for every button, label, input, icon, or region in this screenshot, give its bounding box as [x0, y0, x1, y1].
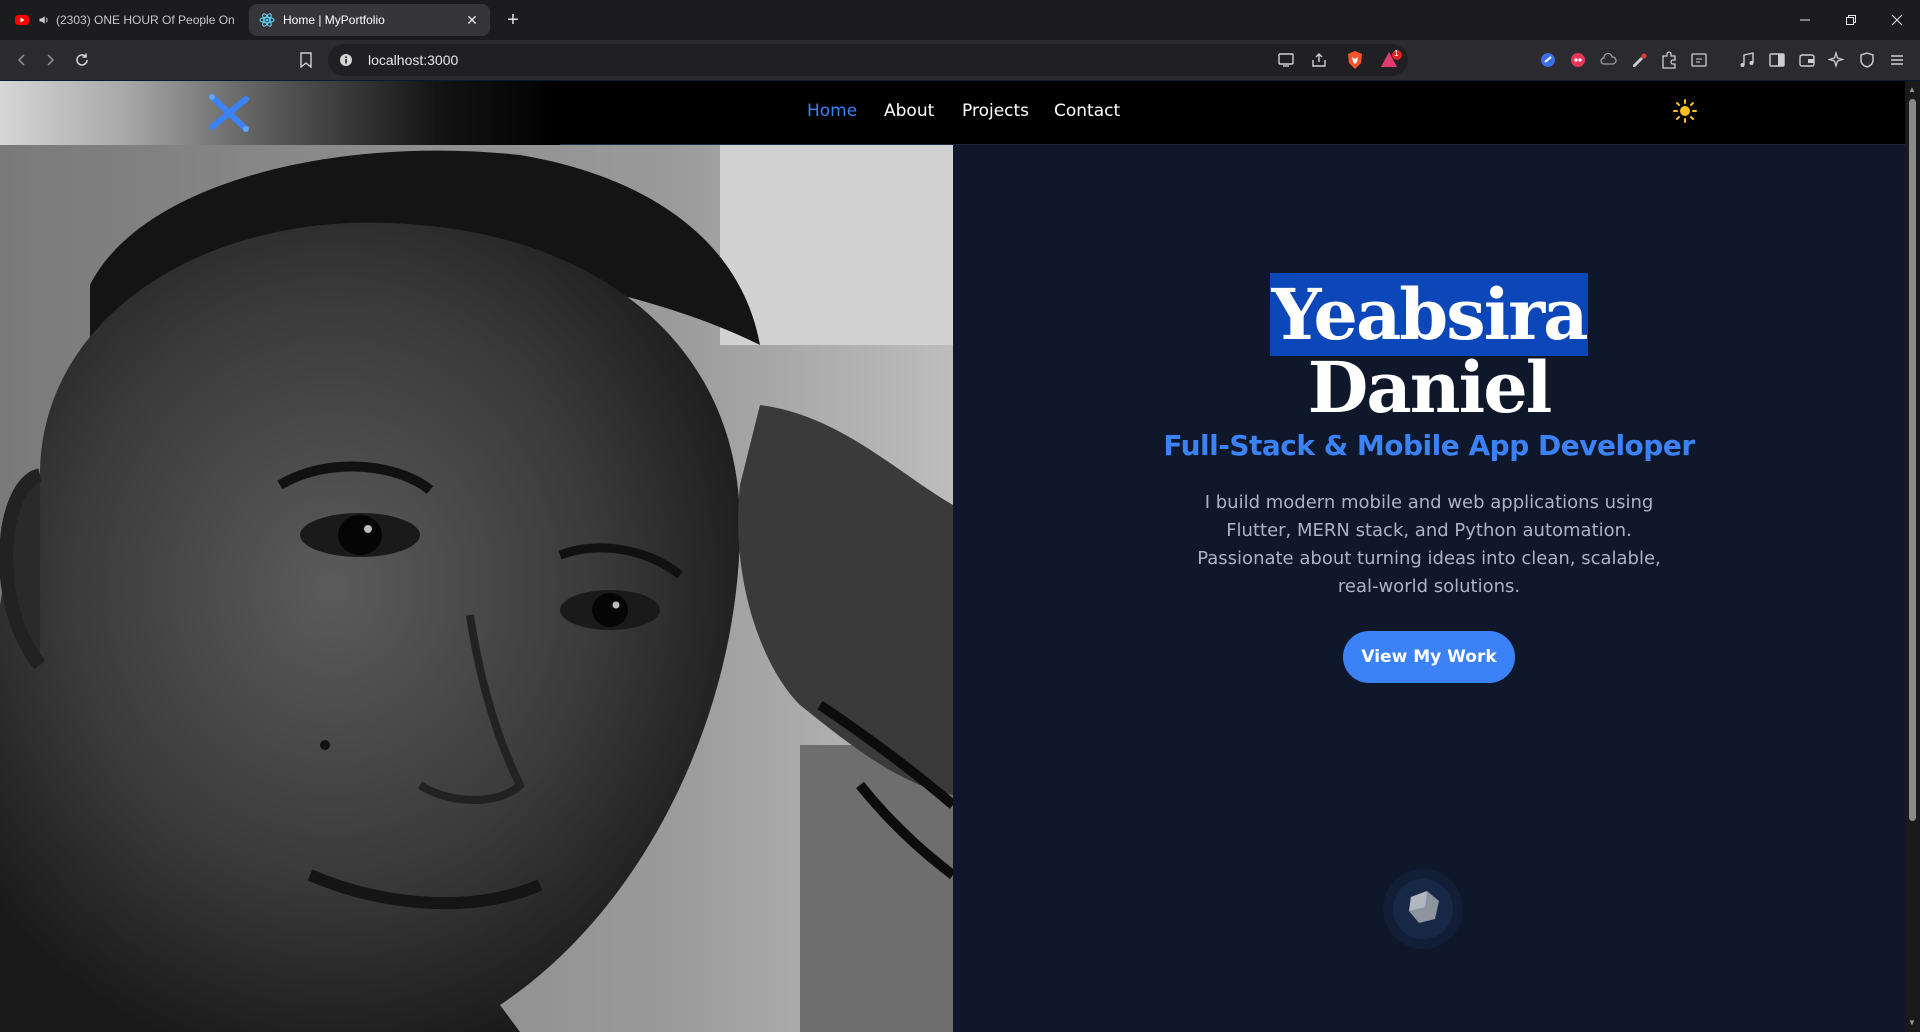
new-tab-button[interactable]: + [501, 8, 525, 32]
youtube-icon [15, 15, 29, 25]
nav-projects-link[interactable]: Projects [962, 101, 1029, 121]
back-button[interactable] [10, 48, 34, 72]
restore-button[interactable] [1828, 0, 1874, 40]
brave-rewards-icon[interactable] [1380, 50, 1402, 70]
browser-tab-bar: (2303) ONE HOUR Of People On Home | MyPo… [0, 0, 1920, 40]
tab-youtube[interactable]: (2303) ONE HOUR Of People On [4, 4, 244, 36]
vpn-shield-icon[interactable] [1858, 51, 1876, 69]
hero-section: Yeabsira Daniel Full-Stack & Mobile App … [953, 145, 1905, 1032]
profile-photo [0, 145, 953, 1032]
url-text[interactable]: localhost:3000 [368, 52, 458, 68]
extension-window-icon[interactable] [1690, 52, 1708, 68]
page-scrollbar[interactable]: ▲ ▼ [1905, 81, 1920, 1032]
bookmark-icon[interactable] [294, 48, 318, 72]
scroll-down-arrow-icon[interactable]: ▼ [1908, 1018, 1917, 1027]
media-music-icon[interactable] [1738, 51, 1756, 69]
extension-red-icon[interactable] [1570, 52, 1586, 68]
wallet-icon[interactable] [1798, 52, 1816, 68]
scroll-up-arrow-icon[interactable]: ▲ [1908, 85, 1917, 94]
site-info-icon[interactable] [339, 53, 353, 67]
view-my-work-button[interactable]: View My Work [1343, 631, 1515, 683]
close-window-button[interactable] [1874, 0, 1920, 40]
leo-ai-icon[interactable] [1828, 51, 1846, 69]
minimize-button[interactable] [1782, 0, 1828, 40]
share-icon[interactable] [1310, 52, 1328, 68]
brave-shields-icon[interactable] [1346, 50, 1364, 70]
tab-title: (2303) ONE HOUR Of People On [56, 13, 234, 27]
navbar-gradient [0, 81, 560, 145]
extension-blue-icon[interactable] [1540, 52, 1556, 68]
sun-icon[interactable] [1672, 98, 1698, 124]
tab-portfolio[interactable]: Home | MyPortfolio ✕ [249, 4, 490, 36]
address-bar[interactable] [328, 44, 1408, 76]
extension-cloud-icon[interactable] [1600, 52, 1618, 68]
reload-button[interactable] [70, 48, 94, 72]
scrollbar-thumb[interactable] [1909, 99, 1916, 821]
hero-description: I build modern mobile and web applicatio… [1197, 492, 1661, 597]
hero-last-name: Daniel [1307, 346, 1553, 429]
speaker-icon[interactable] [38, 12, 50, 28]
forward-button[interactable] [38, 48, 62, 72]
rewards-badge: 1 [1394, 49, 1399, 58]
react-icon [259, 13, 275, 27]
close-tab-icon[interactable]: ✕ [464, 12, 480, 28]
tab-title: Home | MyPortfolio [283, 13, 385, 27]
sidebar-toggle-icon[interactable] [1768, 52, 1786, 68]
hero-first-name: Yeabsira [953, 273, 1905, 356]
nav-home-link[interactable]: Home [807, 101, 857, 121]
extension-pen-icon[interactable] [1630, 52, 1648, 68]
site-navbar: Home About Projects Contact [0, 81, 1905, 145]
floating-gem-icon [1383, 869, 1463, 949]
cast-icon[interactable] [1277, 52, 1295, 68]
portfolio-page: Home About Projects Contact Yeabsira Dan… [0, 81, 1905, 1032]
nav-about-link[interactable]: About [884, 101, 934, 121]
first-name-text: Yeabsira [1269, 273, 1589, 356]
nav-contact-link[interactable]: Contact [1054, 101, 1120, 121]
extensions-puzzle-icon[interactable] [1660, 51, 1678, 69]
hero-subtitle: Full-Stack & Mobile App Developer [1163, 429, 1695, 462]
menu-icon[interactable] [1888, 52, 1906, 68]
logo-icon[interactable] [206, 91, 252, 135]
